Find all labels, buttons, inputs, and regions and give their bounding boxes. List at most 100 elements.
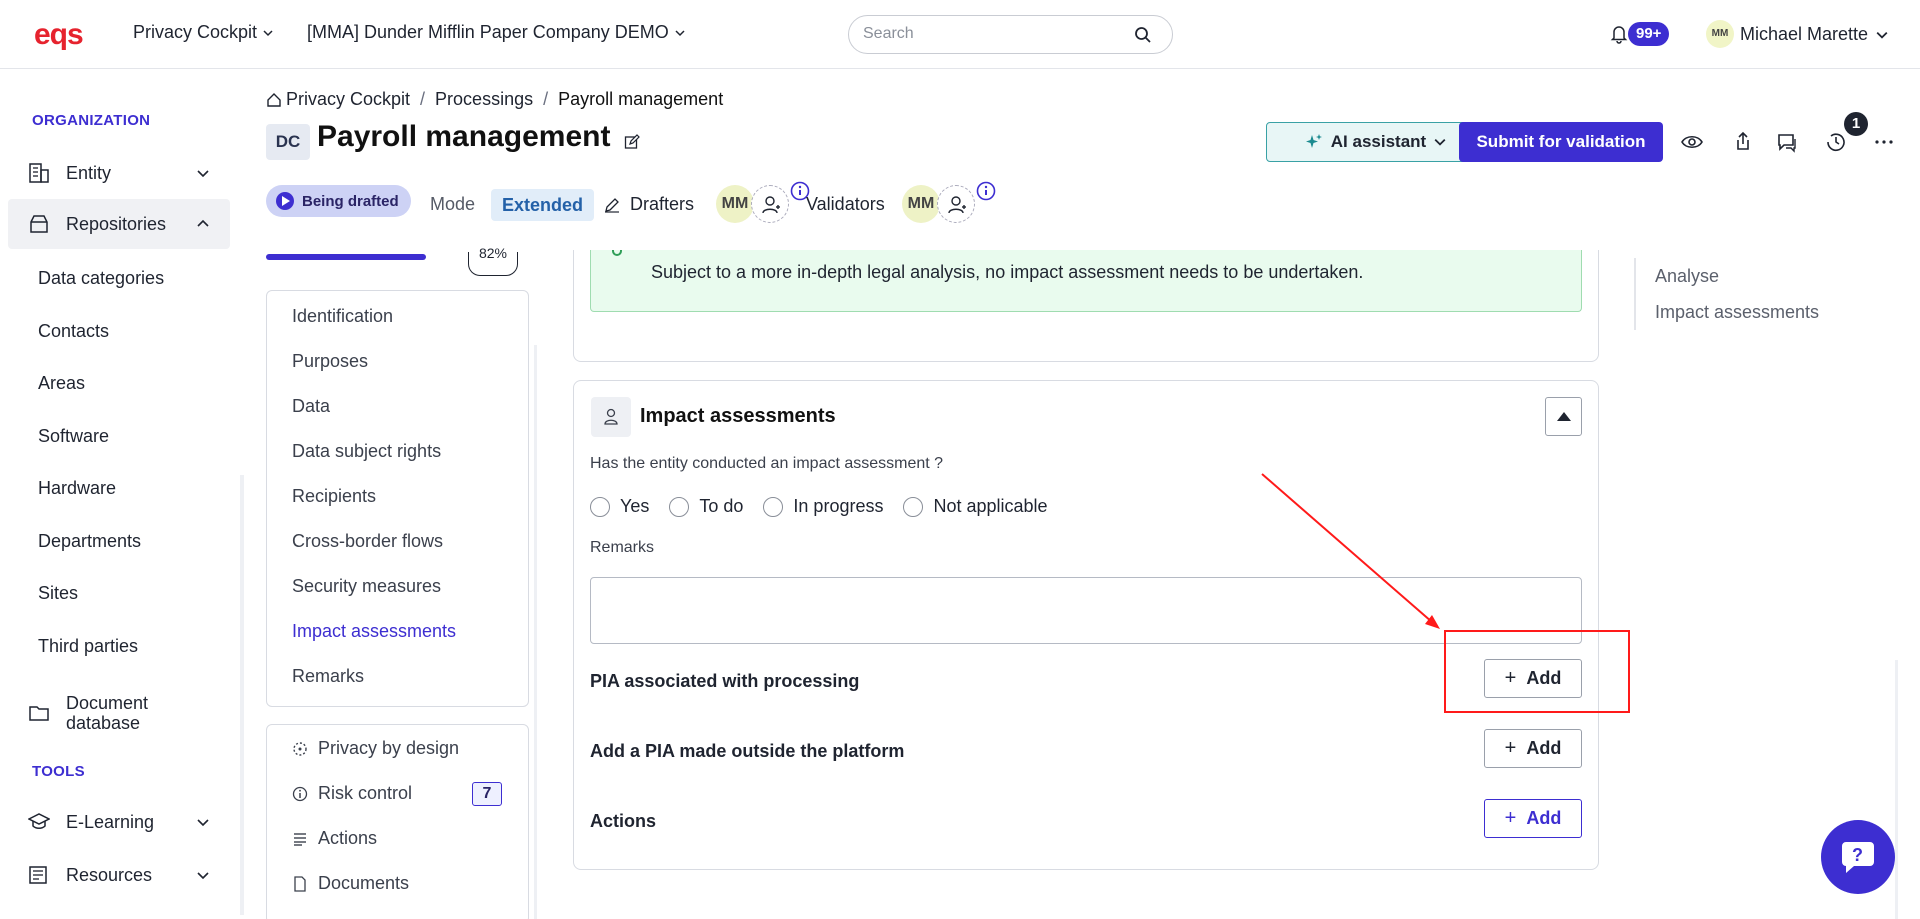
add-external-pia-button[interactable]: + Add [1484, 729, 1582, 768]
ai-assistant-button[interactable]: AI assistant [1266, 122, 1485, 162]
radio-in-progress[interactable]: In progress [763, 496, 883, 517]
sidebar-item-data-categories[interactable]: Data categories [38, 268, 164, 289]
add-drafter-button[interactable] [751, 185, 789, 223]
progress-percent: 82% [468, 245, 518, 276]
radio-not-applicable[interactable]: Not applicable [903, 496, 1048, 517]
nav-item-recipients[interactable]: Recipients [292, 486, 376, 507]
sidebar-item-areas[interactable]: Areas [38, 373, 85, 394]
info-icon [292, 786, 308, 801]
validator-avatar[interactable]: MM [902, 185, 940, 223]
chevron-down-icon [263, 29, 273, 36]
collapse-button[interactable] [1545, 397, 1582, 436]
info-icon[interactable] [976, 181, 996, 201]
annotation-highlight-box [1444, 630, 1630, 713]
nav-scrollbar[interactable] [534, 345, 537, 919]
help-chat-button[interactable]: ? [1821, 820, 1895, 894]
nav-item-privacy-by-design[interactable]: Privacy by design [292, 738, 459, 759]
radio-button[interactable] [669, 496, 690, 517]
search-box[interactable] [848, 15, 1173, 54]
nav-item-data-subject-rights[interactable]: Data subject rights [292, 441, 441, 462]
more-icon[interactable] [1872, 130, 1896, 154]
processing-chip: DC [266, 124, 310, 160]
breadcrumb-processings[interactable]: Processings [435, 89, 533, 110]
search-icon[interactable] [1134, 26, 1152, 44]
page-title: Payroll management [317, 120, 611, 153]
doc-db-line2: database [66, 713, 141, 733]
risk-count-badge: 7 [472, 782, 502, 806]
top-bar: eqs Privacy Cockpit [MMA] Dunder Mifflin… [0, 0, 1920, 69]
nav-item-documents[interactable]: Documents [292, 873, 409, 894]
bell-icon[interactable] [1610, 24, 1628, 44]
toc-item-impact-assessments[interactable]: Impact assessments [1655, 302, 1819, 323]
edit-icon[interactable] [624, 134, 640, 150]
sidebar-item-elearning[interactable]: E-Learning [8, 797, 230, 847]
sidebar-item-resources[interactable]: Resources [8, 850, 230, 900]
breadcrumb-separator: / [543, 89, 549, 109]
eye-icon[interactable] [1680, 130, 1704, 154]
drafter-avatar[interactable]: MM [716, 185, 754, 223]
user-add-icon [762, 196, 780, 214]
sidebar-item-third-parties[interactable]: Third parties [38, 636, 138, 657]
radio-yes[interactable]: Yes [590, 496, 649, 517]
nav-item-label: Actions [318, 828, 378, 848]
mode-value[interactable]: Extended [491, 189, 595, 221]
history-icon[interactable] [1824, 130, 1848, 154]
sidebar-item-sites[interactable]: Sites [38, 583, 78, 604]
sidebar-scrollbar[interactable] [240, 475, 244, 915]
drafters-label: Drafters [630, 194, 695, 214]
pia-associated-label: PIA associated with processing [590, 671, 860, 691]
plus-icon: + [1504, 807, 1517, 829]
nav-item-cross-border-flows[interactable]: Cross-border flows [292, 531, 443, 552]
radio-button[interactable] [763, 496, 784, 517]
comment-icon[interactable] [1775, 130, 1799, 154]
sidebar-item-hardware[interactable]: Hardware [38, 478, 116, 499]
list-icon [294, 832, 306, 846]
sidebar-item-contacts[interactable]: Contacts [38, 321, 109, 342]
radio-button[interactable] [590, 496, 610, 517]
mode-label: Mode [430, 194, 476, 214]
chevron-down-icon [1876, 31, 1888, 39]
add-action-button[interactable]: + Add [1484, 799, 1582, 838]
chevron-down-icon [197, 819, 209, 827]
sidebar-item-document-database[interactable]: Document database [8, 681, 230, 745]
sidebar-item-label: Resources [66, 864, 153, 885]
sidebar-item-entity[interactable]: Entity [8, 148, 230, 198]
sidebar-item-departments[interactable]: Departments [38, 531, 141, 552]
radio-to-do[interactable]: To do [669, 496, 743, 517]
submit-for-validation-button[interactable]: Submit for validation [1459, 122, 1663, 162]
page-scrollbar[interactable] [1895, 660, 1898, 919]
nav-item-identification[interactable]: Identification [292, 306, 393, 327]
nav-item-security-measures[interactable]: Security measures [292, 576, 441, 597]
avatar[interactable]: MM [1706, 20, 1734, 48]
nav-item-purposes[interactable]: Purposes [292, 351, 368, 372]
search-input[interactable] [863, 25, 1123, 43]
sidebar-item-software[interactable]: Software [38, 426, 109, 447]
sidebar-item-label: Document database [66, 693, 148, 733]
nav-item-impact-assessments[interactable]: Impact assessments [292, 621, 456, 642]
impact-radio-group: Yes To do In progress Not applicable [590, 496, 1068, 517]
home-icon[interactable] [266, 92, 282, 108]
remarks-textarea[interactable] [590, 577, 1582, 644]
user-menu[interactable]: Michael Marette [1740, 24, 1888, 45]
share-icon[interactable] [1731, 130, 1755, 154]
progress-percent-text: 82% [478, 245, 508, 261]
nav-item-risk-control[interactable]: Risk control [292, 783, 412, 804]
toc-item-analyse[interactable]: Analyse [1655, 266, 1719, 287]
add-validator-button[interactable] [937, 185, 975, 223]
sidebar-item-repositories[interactable]: Repositories [8, 199, 230, 249]
breadcrumb-root[interactable]: Privacy Cockpit [286, 89, 410, 110]
app-menu[interactable]: Privacy Cockpit [133, 22, 273, 43]
notification-badge[interactable]: 99+ [1628, 22, 1670, 46]
radio-button[interactable] [903, 496, 924, 517]
nav-item-remarks[interactable]: Remarks [292, 666, 364, 687]
nav-item-actions[interactable]: Actions [292, 828, 377, 849]
archive-icon [30, 215, 48, 233]
sidebar: ORGANIZATION Entity Repositories Data ca… [0, 69, 240, 919]
graduation-cap-icon [28, 813, 50, 829]
nav-item-data[interactable]: Data [292, 396, 330, 417]
company-selector[interactable]: [MMA] Dunder Mifflin Paper Company DEMO [307, 22, 685, 43]
validators-label: Validators [806, 194, 885, 214]
company-label: [MMA] Dunder Mifflin Paper Company DEMO [307, 22, 669, 42]
eqs-logo[interactable]: eqs [34, 18, 90, 50]
document-icon [294, 875, 306, 892]
